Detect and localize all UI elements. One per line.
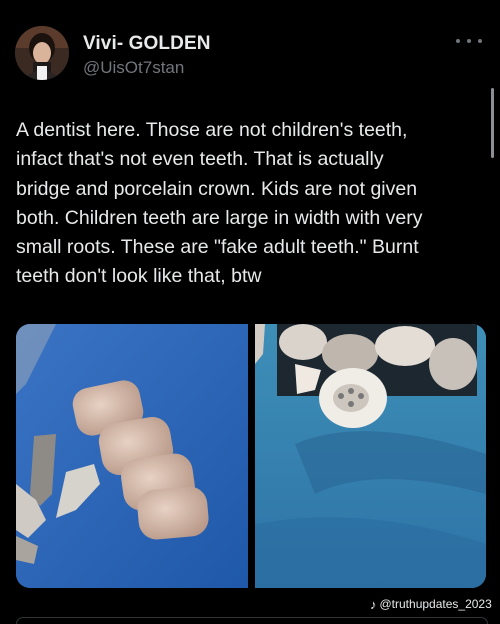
display-name[interactable]: Vivi- GOLDEN [83, 33, 211, 55]
teeth-crown-photo [255, 324, 486, 588]
tweet-media[interactable] [16, 324, 486, 588]
avatar[interactable] [15, 26, 69, 80]
watermark-text: @truthupdates_2023 [379, 597, 492, 611]
media-photo-right[interactable] [255, 324, 486, 588]
avatar-photo-icon [15, 26, 69, 80]
tiktok-icon: ♪ [370, 596, 377, 612]
user-handle[interactable]: @UisOt7stan [83, 58, 184, 78]
teeth-bridge-photo [16, 324, 248, 588]
tweet-text-line: infact that's not even teeth. That is ac… [16, 148, 384, 171]
tweet-text-line: teeth don't look like that, btw [16, 265, 262, 288]
tiktok-watermark: ♪ @truthupdates_2023 [370, 597, 492, 611]
media-photo-left[interactable] [16, 324, 248, 588]
tweet-text: A dentist here. Those are not children's… [16, 116, 492, 292]
tweet-text-line: bridge and porcelain crown. Kids are not… [16, 177, 418, 200]
tweet-text-line: small roots. These are "fake adult teeth… [16, 236, 419, 259]
tweet-text-line: A dentist here. Those are not children's… [16, 119, 408, 141]
more-options-icon[interactable] [456, 34, 482, 48]
tweet-card: Vivi- GOLDEN @UisOt7stan A dentist here.… [0, 0, 500, 624]
tweet-text-line: both. Children teeth are large in width … [16, 206, 423, 229]
